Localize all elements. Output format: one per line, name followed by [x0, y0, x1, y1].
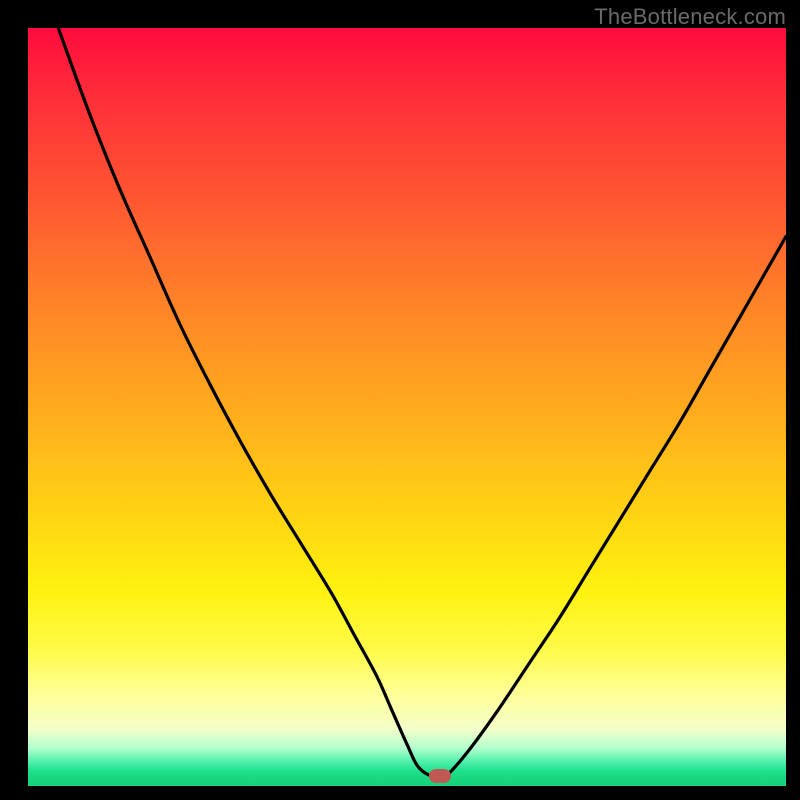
watermark-text: TheBottleneck.com	[594, 4, 786, 30]
bottleneck-curve	[28, 28, 786, 786]
chart-frame: TheBottleneck.com	[0, 0, 800, 800]
minimum-marker	[429, 769, 451, 783]
plot-area	[28, 28, 786, 786]
